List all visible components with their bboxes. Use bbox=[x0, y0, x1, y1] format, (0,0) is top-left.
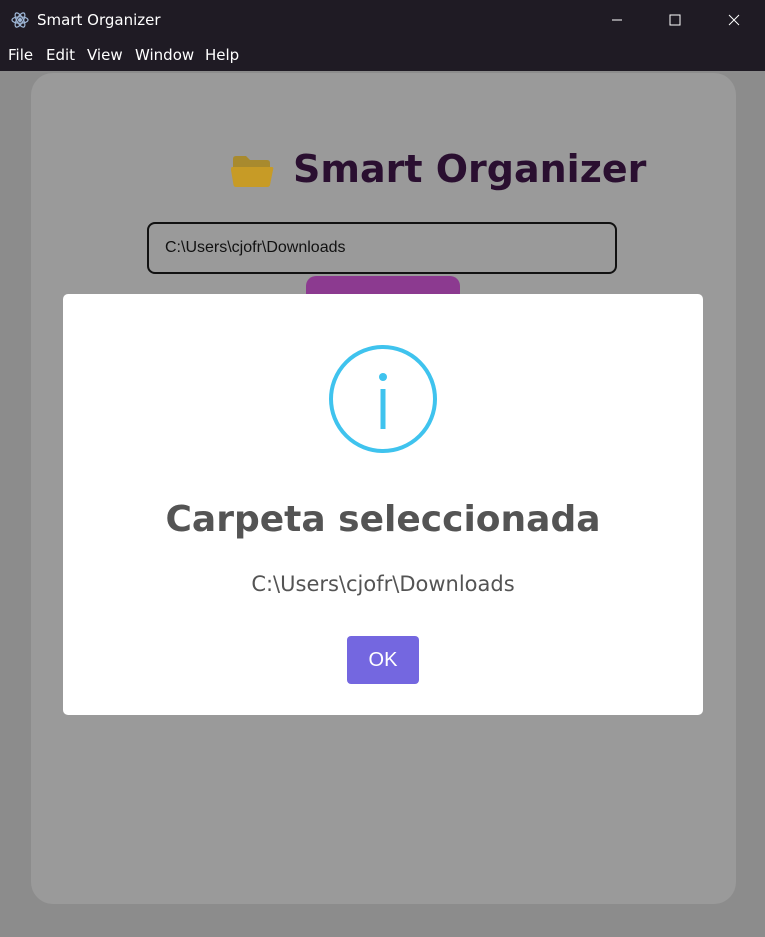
maximize-button[interactable] bbox=[646, 0, 704, 40]
dialog-title: Carpeta seleccionada bbox=[165, 499, 601, 540]
menu-view[interactable]: View bbox=[87, 46, 123, 64]
folder-path-input[interactable] bbox=[147, 222, 617, 274]
electron-app-icon bbox=[11, 12, 29, 28]
app-heading: Smart Organizer bbox=[231, 147, 646, 195]
menu-help[interactable]: Help bbox=[205, 46, 239, 64]
title-bar: Smart Organizer bbox=[0, 0, 765, 40]
close-icon bbox=[728, 14, 740, 26]
page-title: Smart Organizer bbox=[293, 147, 647, 191]
minimize-icon bbox=[612, 19, 622, 21]
close-button[interactable] bbox=[705, 0, 763, 40]
maximize-icon bbox=[669, 14, 681, 26]
info-dialog: Carpeta seleccionada C:\Users\cjofr\Down… bbox=[63, 294, 703, 715]
minimize-button[interactable] bbox=[588, 0, 646, 40]
folder-icon bbox=[231, 156, 274, 187]
menu-window[interactable]: Window bbox=[135, 46, 194, 64]
window-title: Smart Organizer bbox=[37, 11, 161, 29]
menu-bar: File Edit View Window Help bbox=[0, 40, 765, 71]
info-icon bbox=[329, 345, 437, 453]
menu-edit[interactable]: Edit bbox=[46, 46, 75, 64]
menu-file[interactable]: File bbox=[8, 46, 33, 64]
dialog-message: C:\Users\cjofr\Downloads bbox=[251, 572, 515, 596]
ok-button[interactable]: OK bbox=[347, 636, 419, 684]
